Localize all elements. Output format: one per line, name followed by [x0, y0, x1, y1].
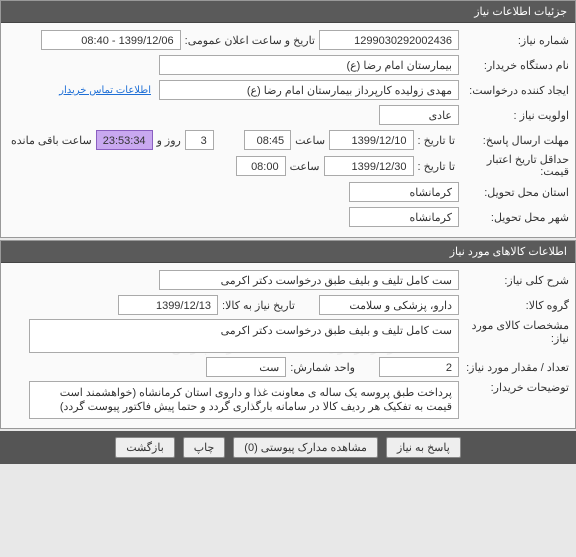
general-desc-label: شرح کلی نیاز:: [459, 274, 569, 287]
deadline-date-value: 1399/12/10: [329, 130, 413, 150]
validity-time-label: ساعت: [286, 160, 324, 173]
need-details-panel: جزئیات اطلاعات نیاز شماره نیاز: 12990302…: [0, 0, 576, 238]
countdown-value: 23:53:34: [96, 130, 153, 150]
priority-value: عادی: [379, 105, 459, 125]
row-request-number: شماره نیاز: 1299030292002436 تاریخ و ساع…: [7, 29, 569, 51]
days-and-label: روز و: [153, 134, 185, 147]
buyer-notes-label: توضیحات خریدار:: [459, 381, 569, 394]
validity-to-label: تا تاریخ :: [414, 160, 459, 173]
panel2-body: مرکز آزمون، اطلاعات مدارک پارس شرح کلی ن…: [1, 263, 575, 428]
row-quantity: تعداد / مقدار مورد نیاز: 2 واحد شمارش: س…: [7, 356, 569, 378]
delivery-city-label: شهر محل تحویل:: [459, 211, 569, 224]
buyer-device-value: بیمارستان امام رضا (ع): [159, 55, 459, 75]
general-desc-value: ست کامل تلیف و بلیف طبق درخواست دکتر اکر…: [159, 270, 459, 290]
bottom-bar: پاسخ به نیاز مشاهده مدارک پیوستی (0) چاپ…: [0, 431, 576, 464]
row-general-desc: شرح کلی نیاز: ست کامل تلیف و بلیف طبق در…: [7, 269, 569, 291]
public-announce-label: تاریخ و ساعت اعلان عمومی:: [181, 34, 319, 47]
row-buyer-device: نام دستگاه خریدار: بیمارستان امام رضا (ع…: [7, 54, 569, 76]
row-validity: حداقل تاریخ اعتبار قیمت: تا تاریخ : 1399…: [7, 154, 569, 178]
row-delivery-province: استان محل تحویل: کرمانشاه: [7, 181, 569, 203]
row-category: گروه کالا: دارو، پزشکی و سلامت تاریخ نیا…: [7, 294, 569, 316]
creator-value: مهدی زولیده کارپرداز بیمارستان امام رضا …: [159, 80, 459, 100]
panel1-body: شماره نیاز: 1299030292002436 تاریخ و ساع…: [1, 23, 575, 237]
remaining-label: ساعت باقی مانده: [7, 134, 96, 147]
panel2-header: اطلاعات کالاهای مورد نیاز: [1, 241, 575, 263]
deadline-time-label: ساعت: [291, 134, 329, 147]
row-priority: اولویت نیاز : عادی: [7, 104, 569, 126]
row-item-spec: مشخصات کالای مورد نیاز: ست کامل تلیف و ب…: [7, 319, 569, 353]
items-panel: اطلاعات کالاهای مورد نیاز مرکز آزمون، اط…: [0, 240, 576, 429]
back-button[interactable]: بازگشت: [115, 437, 175, 458]
buyer-notes-value: پرداخت طبق پروسه یک ساله ی معاونت غذا و …: [29, 381, 459, 419]
request-number-value: 1299030292002436: [319, 30, 459, 50]
respond-button[interactable]: پاسخ به نیاز: [386, 437, 461, 458]
creator-label: ایجاد کننده درخواست:: [459, 84, 569, 97]
priority-label: اولویت نیاز :: [459, 109, 569, 122]
delivery-city-value: کرمانشاه: [349, 207, 459, 227]
category-value: دارو، پزشکی و سلامت: [319, 295, 459, 315]
buyer-device-label: نام دستگاه خریدار:: [459, 59, 569, 72]
deadline-to-label: تا تاریخ :: [414, 134, 459, 147]
delivery-province-value: کرمانشاه: [349, 182, 459, 202]
need-date-value: 1399/12/13: [118, 295, 218, 315]
request-number-label: شماره نیاز:: [459, 34, 569, 47]
row-deadline: مهلت ارسال پاسخ: تا تاریخ : 1399/12/10 س…: [7, 129, 569, 151]
quantity-label: تعداد / مقدار مورد نیاز:: [459, 361, 569, 374]
deadline-time-value: 08:45: [244, 130, 291, 150]
item-spec-value: ست کامل تلیف و بلیف طبق درخواست دکتر اکر…: [29, 319, 459, 353]
need-date-label: تاریخ نیاز به کالا:: [218, 299, 299, 312]
contact-link[interactable]: اطلاعات تماس خریدار: [59, 85, 151, 96]
validity-date-value: 1399/12/30: [324, 156, 414, 176]
attachments-button[interactable]: مشاهده مدارک پیوستی (0): [233, 437, 378, 458]
row-buyer-notes: توضیحات خریدار: پرداخت طبق پروسه یک ساله…: [7, 381, 569, 419]
unit-label: واحد شمارش:: [286, 361, 359, 374]
public-announce-value: 1399/12/06 - 08:40: [41, 30, 181, 50]
unit-value: ست: [206, 357, 286, 377]
validity-label: حداقل تاریخ اعتبار قیمت:: [459, 154, 569, 178]
deadline-label: مهلت ارسال پاسخ:: [459, 134, 569, 147]
validity-time-value: 08:00: [236, 156, 286, 176]
item-spec-label: مشخصات کالای مورد نیاز:: [459, 319, 569, 345]
category-label: گروه کالا:: [459, 299, 569, 312]
row-creator: ایجاد کننده درخواست: مهدی زولیده کارپردا…: [7, 79, 569, 101]
print-button[interactable]: چاپ: [183, 437, 226, 458]
delivery-province-label: استان محل تحویل:: [459, 186, 569, 199]
days-count: 3: [185, 130, 214, 150]
quantity-value: 2: [379, 357, 459, 377]
panel1-header: جزئیات اطلاعات نیاز: [1, 1, 575, 23]
row-delivery-city: شهر محل تحویل: کرمانشاه: [7, 206, 569, 228]
